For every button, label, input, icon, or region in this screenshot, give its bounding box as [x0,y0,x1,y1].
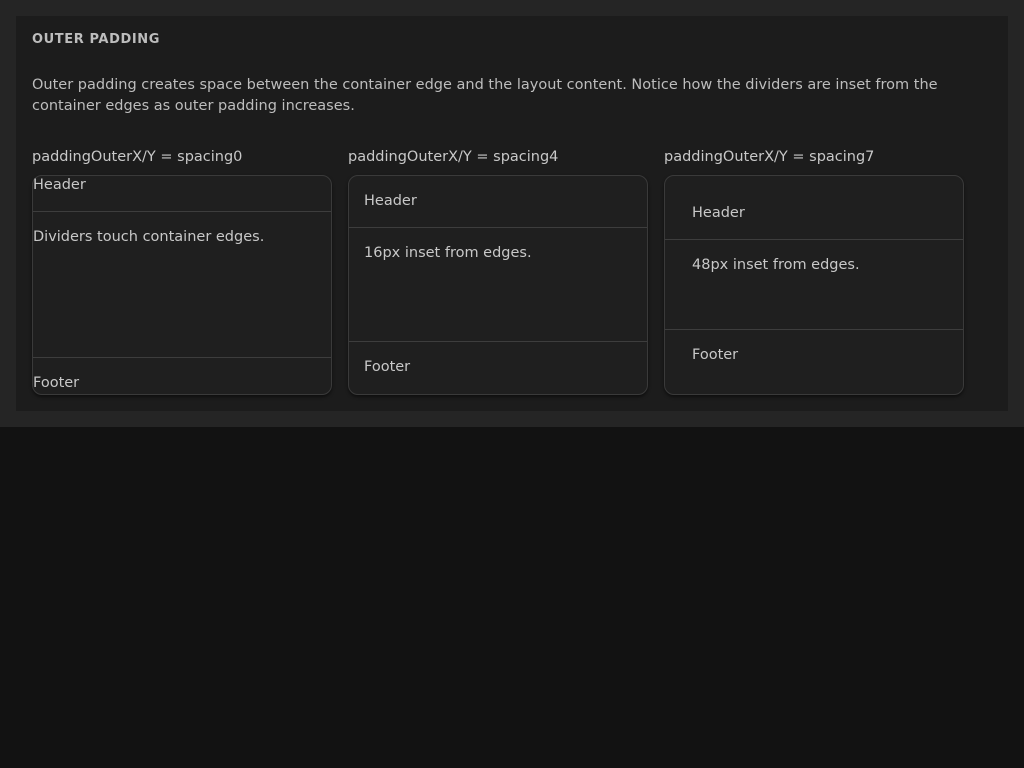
header-divider [33,211,331,212]
section-title: OUTER PADDING [32,32,161,47]
example-label: paddingOuterX/Y = spacing0 [32,149,243,165]
layout-card: Header 48px inset from edges. Footer [664,175,964,395]
card-footer: Footer [364,359,411,375]
card-header: Header [33,177,86,193]
layout-card: Header 16px inset from edges. Footer [348,175,648,395]
card-footer: Footer [33,375,80,391]
card-footer: Footer [692,347,739,363]
card-header: Header [692,205,745,221]
example-spacing0: paddingOuterX/Y = spacing0 Header Divide… [32,148,332,395]
example-label: paddingOuterX/Y = spacing7 [664,149,875,165]
card-header: Header [364,193,417,209]
outer-padding-section: OUTER PADDING Outer padding creates spac… [16,16,1008,411]
section-description: Outer padding creates space between the … [32,77,938,114]
card-body: 48px inset from edges. [692,257,860,273]
example-label: paddingOuterX/Y = spacing4 [348,149,559,165]
footer-divider [33,357,331,358]
examples-row: paddingOuterX/Y = spacing0 Header Divide… [32,148,992,398]
footer-divider [349,341,647,342]
footer-divider [665,329,963,330]
layout-card: Header Dividers touch container edges. F… [32,175,332,395]
card-body: 16px inset from edges. [364,245,532,261]
header-divider [349,227,647,228]
card-body: Dividers touch container edges. [33,229,265,245]
header-divider [665,239,963,240]
example-spacing4: paddingOuterX/Y = spacing4 Header 16px i… [348,148,648,395]
example-spacing7: paddingOuterX/Y = spacing7 Header 48px i… [664,148,964,395]
